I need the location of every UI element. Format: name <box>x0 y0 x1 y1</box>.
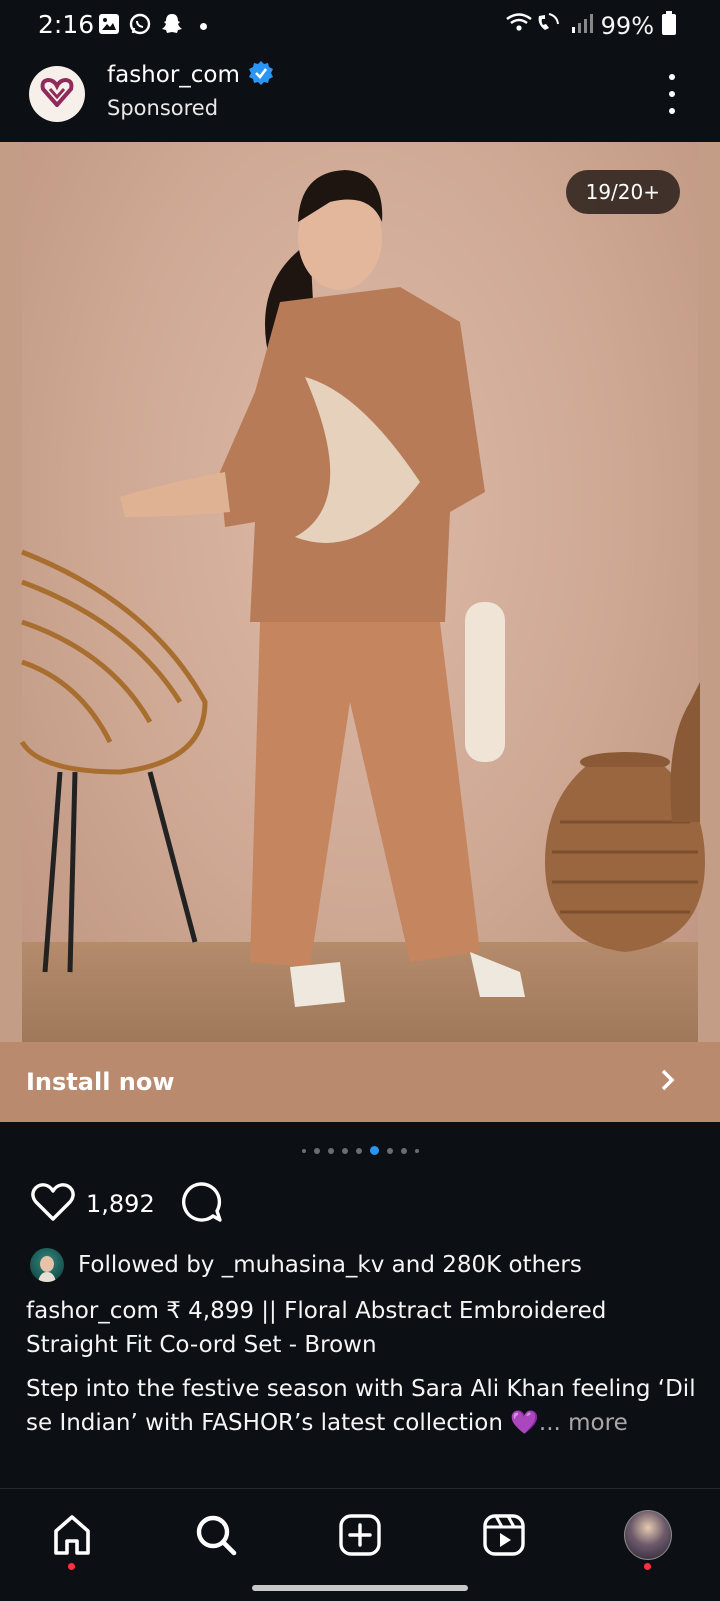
wifi-call-icon <box>505 10 563 42</box>
profile-notification-dot <box>644 1563 651 1570</box>
username[interactable]: fashor_com <box>107 62 240 88</box>
chevron-right-icon <box>660 1068 676 1096</box>
image-icon <box>98 13 120 39</box>
profile-tab[interactable] <box>624 1510 672 1570</box>
status-time: 2:16 <box>38 10 95 39</box>
carousel-dot-active <box>369 1146 379 1155</box>
clay-pot <box>545 682 705 952</box>
notification-icons <box>98 12 207 40</box>
brand-logo-icon <box>40 77 74 111</box>
verified-badge-icon <box>248 60 274 90</box>
home-gesture-bar[interactable] <box>252 1585 468 1591</box>
install-now-button[interactable]: Install now <box>0 1042 720 1122</box>
followed-by-text: Followed by _muhasina_kv and 280K others <box>78 1252 582 1278</box>
battery-text: 99% <box>600 12 654 40</box>
carousel-dot <box>301 1148 306 1153</box>
carousel-dot <box>400 1147 407 1154</box>
caption-body: Step into the festive season with Sara A… <box>26 1372 706 1440</box>
product-photo-illustration <box>19 170 705 1007</box>
action-row: 1,892 <box>30 1180 223 1228</box>
snapchat-icon <box>160 12 184 40</box>
heart-icon[interactable] <box>30 1181 76 1227</box>
carousel-dot <box>414 1148 419 1153</box>
post-image[interactable]: 19/20+ <box>0 142 720 1042</box>
rattan-chair <box>19 549 208 973</box>
carousel-dot <box>341 1147 348 1154</box>
carousel-dots <box>0 1146 720 1155</box>
status-right: 99% <box>505 10 676 42</box>
carousel-dot <box>327 1147 334 1154</box>
battery-icon <box>662 11 676 41</box>
carousel-dot <box>313 1147 320 1154</box>
like-count[interactable]: 1,892 <box>86 1190 155 1218</box>
more-link[interactable]: ... more <box>539 1410 628 1436</box>
home-notification-dot <box>68 1563 75 1570</box>
sponsored-label: Sponsored <box>107 96 219 120</box>
carousel-counter: 19/20+ <box>565 170 680 214</box>
whatsapp-icon <box>128 12 152 40</box>
comment-icon[interactable] <box>179 1180 223 1228</box>
username-row[interactable]: fashor_com <box>107 60 274 90</box>
status-bar: 2:16 99% <box>0 0 720 54</box>
dot-indicator-icon <box>200 22 207 30</box>
followed-by-row[interactable]: Followed by _muhasina_kv and 280K others <box>30 1248 582 1282</box>
profile-avatar <box>624 1510 672 1560</box>
follower-avatar <box>30 1248 64 1282</box>
install-now-label: Install now <box>26 1068 175 1096</box>
signal-icon <box>571 12 593 40</box>
carousel-dot <box>355 1147 362 1154</box>
create-icon[interactable] <box>336 1511 384 1559</box>
brand-avatar[interactable] <box>29 66 85 122</box>
carousel-dot <box>386 1147 393 1154</box>
more-vertical-icon[interactable] <box>664 74 680 114</box>
reels-icon[interactable] <box>480 1511 528 1559</box>
search-icon[interactable] <box>192 1511 240 1559</box>
post-header: fashor_com Sponsored <box>0 54 720 142</box>
caption-title: fashor_com ₹ 4,899 || Floral Abstract Em… <box>26 1298 607 1358</box>
home-icon[interactable] <box>48 1511 96 1570</box>
